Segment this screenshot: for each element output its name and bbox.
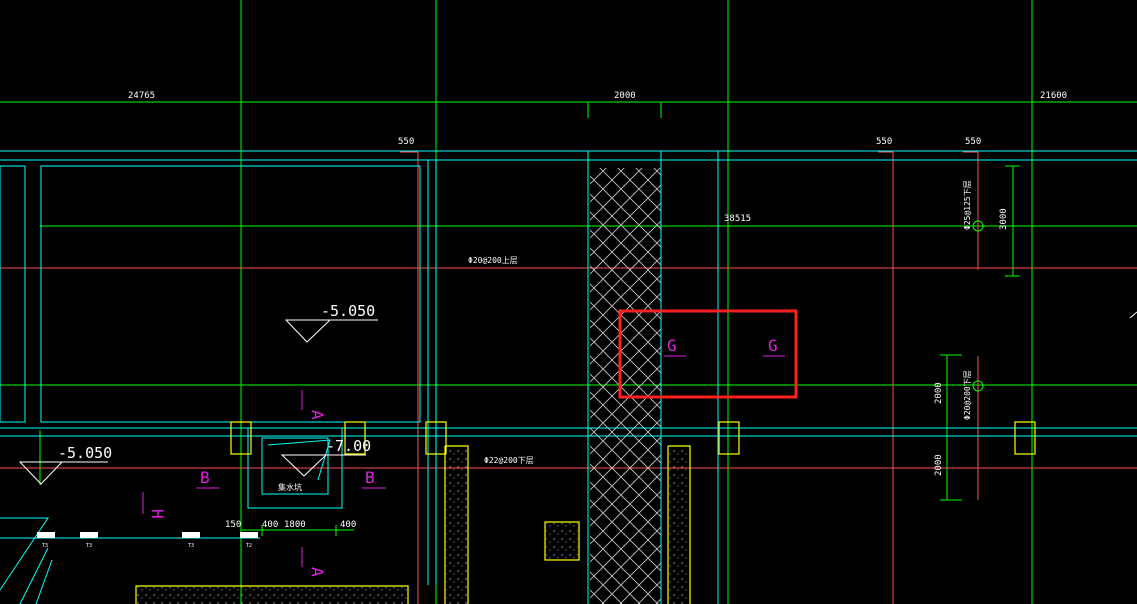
cad-drawing-canvas[interactable]: 24765 2000 21600 550 550 550 38515 3000 … [0,0,1137,604]
dim-400-a: 400 [262,520,278,530]
rebar-note-20-200: Φ20@200上层 [468,256,518,265]
wall-fill [137,587,407,604]
dim-3000: 3000 [999,208,1009,230]
section-mark-g-left: G [667,336,677,355]
rebar-note-20-200-vertical: Φ20@200下层 [963,370,972,420]
dim-550-a: 550 [398,137,414,147]
dim-2000-v2: 2000 [934,454,944,476]
level-main: -5.050 [321,302,375,320]
dim-2000-v1: 2000 [934,382,944,404]
rebar-note-25-125: Φ25@125下层 [963,180,972,230]
column-fill [546,523,578,559]
hatched-post-cast-strip [590,168,661,604]
section-mark-a-bottom: A [308,567,327,577]
pit-label: 集水坑 [278,482,302,492]
section-mark-b-left: B [200,468,210,487]
dim-550-b: 550 [876,137,892,147]
axis-tag-3: T3 [188,543,194,549]
dim-150: 150 [225,520,241,530]
dim-1800: 1800 [284,520,306,530]
section-mark-h: H [148,509,167,519]
dim-2000-top: 2000 [614,91,636,101]
level-left: -5.050 [58,444,112,462]
dim-24765: 24765 [128,91,155,101]
dim-21600: 21600 [1040,91,1067,101]
level-pit: -7.00 [326,437,371,455]
section-mark-a-top: A [308,410,327,420]
section-mark-b-right: B [365,468,375,487]
dim-38515: 38515 [724,214,751,224]
dim-550-c: 550 [965,137,981,147]
wall-fill [669,447,689,604]
axis-tag-1: T3 [42,543,48,549]
axis-tag-4: T2 [246,543,252,549]
rebar-note-22-200: Φ22@200下层 [484,456,534,465]
dim-400-b: 400 [340,520,356,530]
axis-tag-2: T3 [86,543,92,549]
canvas-background [0,0,1137,604]
wall-fill [446,447,467,604]
section-mark-g-right: G [768,336,778,355]
